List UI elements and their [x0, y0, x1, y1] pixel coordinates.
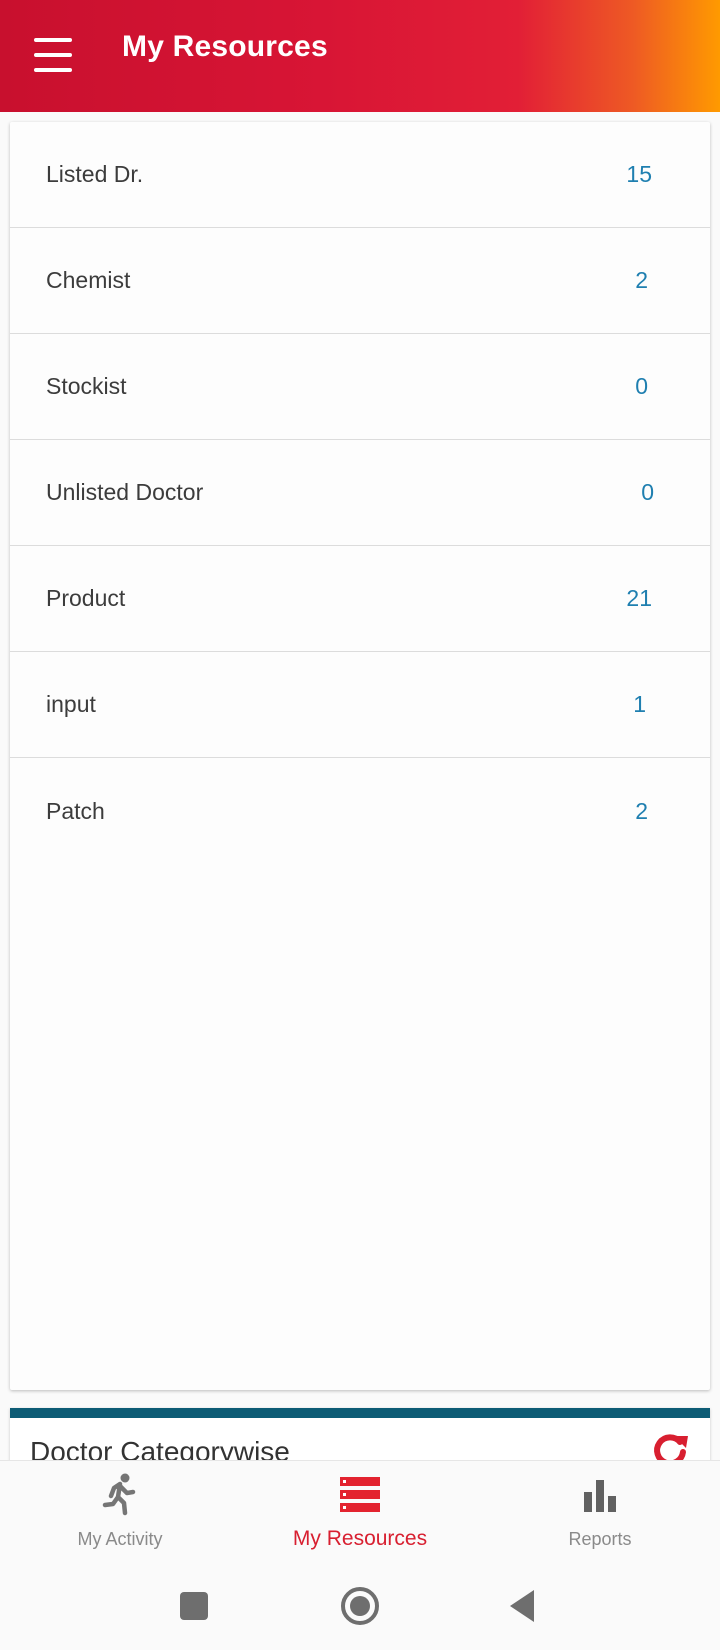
menu-line: [34, 53, 72, 57]
resource-count: 2: [635, 267, 648, 293]
menu-line: [34, 38, 72, 42]
back-icon[interactable]: [502, 1584, 546, 1628]
resource-list-card: Listed Dr. 15 Chemist 2 Stockist 0 Unlis…: [10, 122, 710, 1390]
bottom-navigation: My Activity My Resources Reports: [0, 1460, 720, 1565]
app-header: My Resources: [0, 0, 720, 112]
resource-row-unlisted-doctor[interactable]: Unlisted Doctor 0: [10, 440, 710, 546]
resource-label: Product: [46, 585, 126, 611]
page-title: My Resources: [122, 30, 328, 63]
list-icon: [338, 1473, 382, 1517]
resource-label: Unlisted Doctor: [46, 479, 204, 505]
bar-chart-icon: [578, 1473, 622, 1517]
resource-row-patch[interactable]: Patch 2: [10, 758, 710, 864]
resource-count: 15: [626, 161, 652, 187]
resource-row-product[interactable]: Product 21: [10, 546, 710, 652]
resource-label: Patch: [46, 797, 105, 824]
running-person-icon: [98, 1473, 142, 1517]
resource-label: Listed Dr.: [46, 161, 144, 187]
system-navigation-bar: [0, 1564, 720, 1650]
hamburger-menu-icon[interactable]: [34, 38, 78, 72]
resource-label: input: [46, 691, 96, 717]
nav-label: Reports: [568, 1529, 632, 1549]
resource-count: 0: [635, 373, 648, 399]
resource-row-chemist[interactable]: Chemist 2: [10, 228, 710, 334]
nav-item-my-activity[interactable]: My Activity: [0, 1461, 240, 1565]
resource-row-stockist[interactable]: Stockist 0: [10, 334, 710, 440]
resource-row-input[interactable]: input 1: [10, 652, 710, 758]
nav-item-reports[interactable]: Reports: [480, 1461, 720, 1565]
resource-count: 2: [635, 797, 648, 824]
nav-label: My Activity: [77, 1529, 163, 1549]
menu-line: [34, 68, 72, 72]
nav-label: My Resources: [292, 1527, 428, 1550]
resource-label: Stockist: [46, 373, 127, 399]
resource-count: 1: [633, 691, 646, 717]
resource-count: 0: [641, 479, 654, 505]
recent-apps-icon[interactable]: [172, 1584, 216, 1628]
resource-row-listed-dr[interactable]: Listed Dr. 15: [10, 122, 710, 228]
home-icon[interactable]: [338, 1584, 382, 1628]
resource-label: Chemist: [46, 267, 131, 293]
resource-count: 21: [626, 585, 652, 611]
nav-item-my-resources[interactable]: My Resources: [240, 1461, 480, 1565]
